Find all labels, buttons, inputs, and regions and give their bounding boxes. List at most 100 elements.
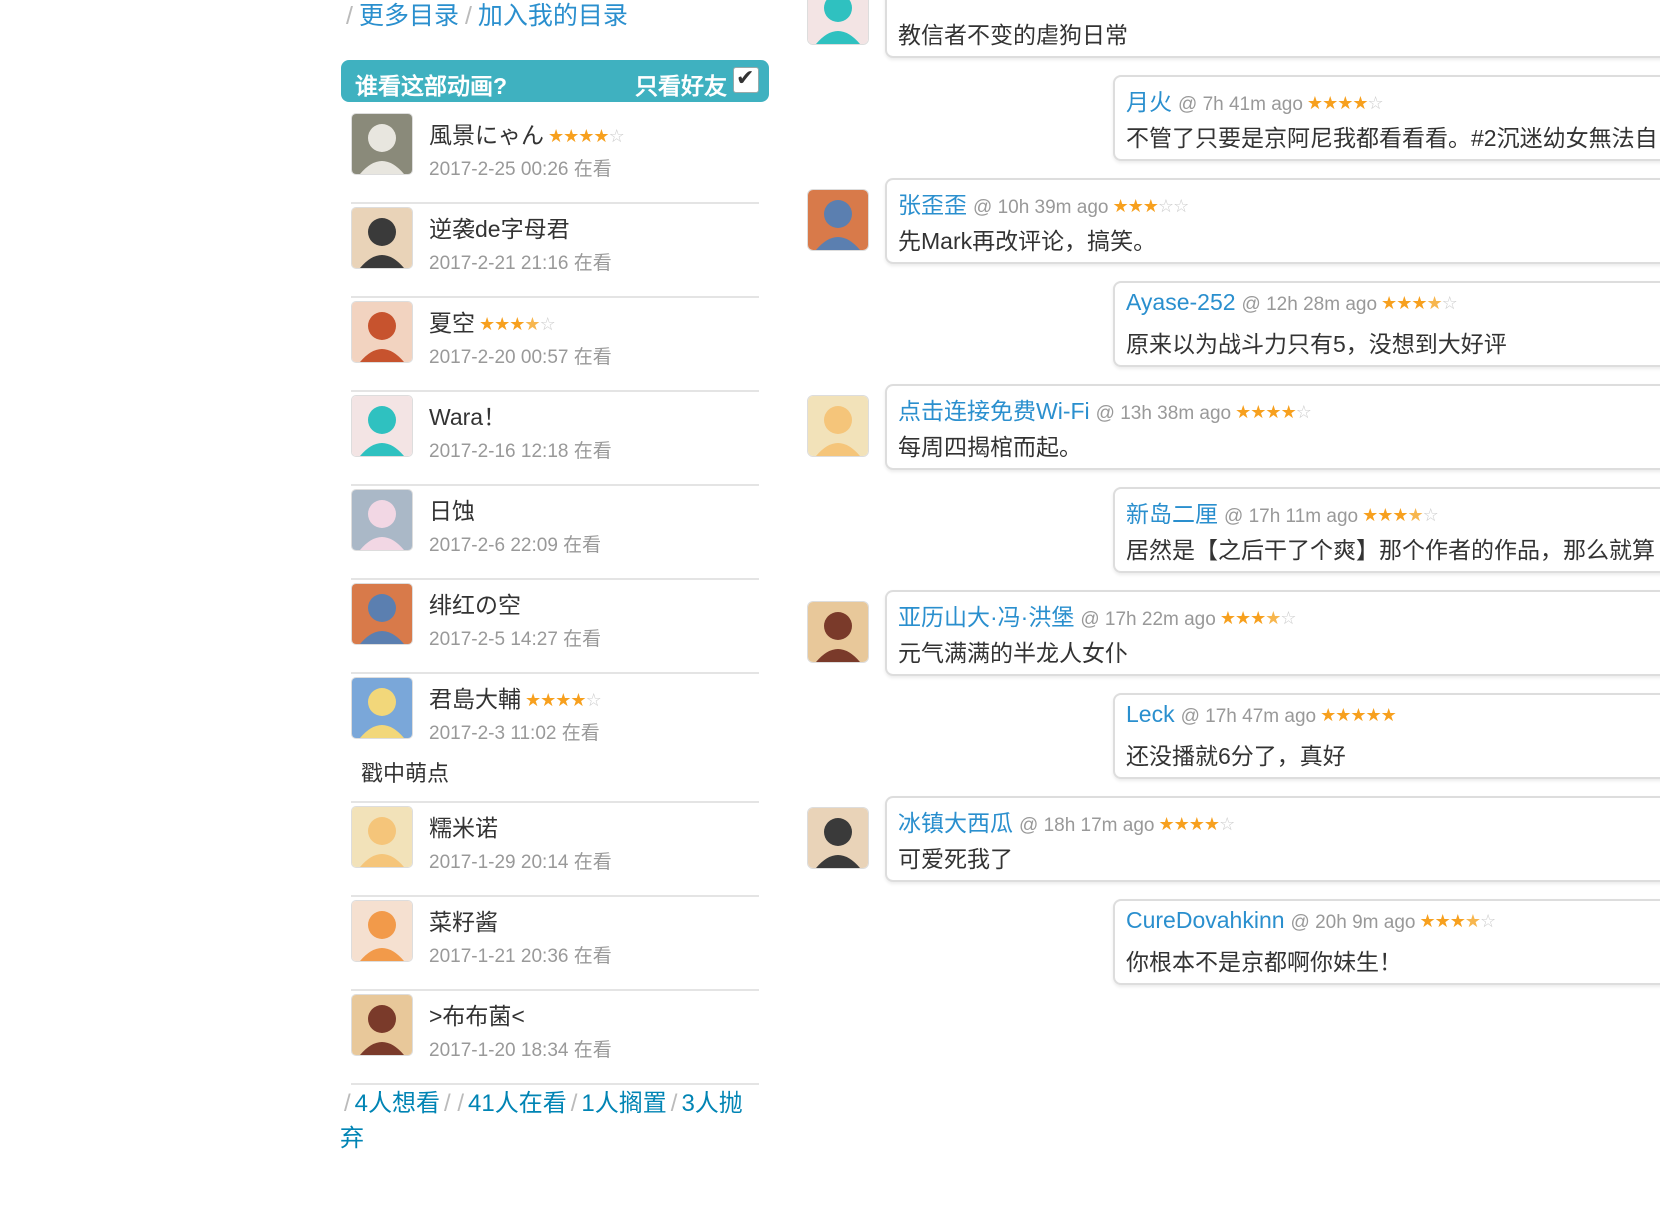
who-watches-title: 谁看这部动画? (355, 73, 508, 99)
rating-stars: ★★★★☆ (548, 126, 625, 147)
commenter-avatar[interactable] (807, 601, 869, 663)
commenter-name[interactable]: CureDovahkinn (1126, 907, 1285, 933)
comment-text: 原来以为战斗力只有5，没想到大好评 (1126, 331, 1507, 357)
watch-time: 2017-2-3 11:02 在看 (429, 723, 600, 744)
commenter-name[interactable]: Ayase-252 (1126, 289, 1236, 315)
rating-stars: ★★★★☆ (479, 314, 556, 335)
user-avatar[interactable] (351, 113, 413, 175)
watcher-name[interactable]: 日蚀 (429, 498, 475, 524)
comment-time: @ 13h 38m ago (1095, 403, 1232, 424)
rating-stars: ★★★★☆ (1381, 293, 1458, 314)
rating-stars: ★★★★☆ (1158, 814, 1236, 835)
watcher-row: 君島大輔 ★★★★☆ 2017-2-3 11:02 在看戳中萌点 (351, 674, 759, 803)
watcher-row: 糯米诺 2017-1-29 20:14 在看 (351, 803, 759, 897)
rating-stars: ★★★★☆ (1235, 402, 1312, 423)
commenter-name[interactable]: 冰镇大西瓜 (898, 810, 1013, 836)
comment-time: @ 10h 39m ago (973, 197, 1109, 218)
status-links: /4人想看 / /41人在看/1人搁置/3人抛弃 (340, 1090, 743, 1152)
watcher-name[interactable]: 绯红の空 (429, 592, 521, 618)
friends-only-checkbox[interactable] (733, 65, 759, 93)
watcher-row: 夏空 ★★★★☆ 2017-2-20 00:57 在看 (351, 298, 759, 392)
watcher-note: 戳中萌点 (361, 761, 450, 786)
watch-time: 2017-2-20 00:57 在看 (429, 347, 612, 368)
commenter-name[interactable]: 新岛二厘 (1126, 501, 1218, 527)
user-avatar[interactable] (351, 489, 413, 551)
commenter-name[interactable]: 月火 (1126, 89, 1172, 115)
user-avatar[interactable] (351, 677, 413, 739)
comment-time: @ 12h 28m ago (1241, 294, 1378, 315)
comment-text: 每周四揭棺而起。 (898, 434, 1082, 460)
user-avatar[interactable] (351, 301, 413, 363)
rating-stars: ★★★★★ (1320, 705, 1397, 726)
commenter-avatar[interactable] (807, 807, 869, 869)
comment-text: 居然是【之后干了个爽】那个作者的作品，那么就算 (1126, 537, 1655, 563)
watcher-row: >布布菌< 2017-1-20 18:34 在看 (351, 991, 759, 1085)
rating-stars: ★★★★☆ (1419, 911, 1496, 932)
watch-time: 2017-1-29 20:14 在看 (429, 852, 612, 873)
watch-time: 2017-1-20 18:34 在看 (429, 1040, 612, 1061)
comment-bubble: Leck @ 17h 47m ago ★★★★★ 还没播就6分了，真好 (1113, 693, 1660, 779)
comment-bubble: 冰镇大西瓜 @ 18h 17m ago ★★★★☆ 可爱死我了 (885, 796, 1660, 882)
wish-count-link[interactable]: 4人想看 (355, 1090, 440, 1117)
who-watches-header: 谁看这部动画? 只看好友 (341, 60, 769, 102)
watch-time: 2017-2-25 00:26 在看 (429, 159, 612, 180)
watcher-row: 逆袭de字母君 2017-2-21 21:16 在看 (351, 204, 759, 298)
user-avatar[interactable] (351, 207, 413, 269)
watcher-row: 日蚀 2017-2-6 22:09 在看 (351, 486, 759, 580)
watcher-name[interactable]: 糯米诺 (429, 815, 498, 841)
comment-text: 先Mark再改评论，搞笑。 (898, 228, 1157, 254)
watcher-row: 绯红の空 2017-2-5 14:27 在看 (351, 580, 759, 674)
comment-bubble: 新岛二厘 @ 17h 11m ago ★★★★☆ 居然是【之后干了个爽】那个作者的作品… (1113, 487, 1660, 573)
comment-text: 不管了只要是京阿尼我都看看看。#2沉迷幼女無法自 (1126, 125, 1658, 151)
comment-text: 元气满满的半龙人女仆 (898, 640, 1128, 666)
rating-stars: ★★★★☆ (525, 690, 602, 711)
watcher-name[interactable]: 君島大輔 (429, 686, 521, 712)
watcher-name[interactable]: 菜籽酱 (429, 909, 498, 935)
watch-time: 2017-2-16 12:18 在看 (429, 441, 612, 462)
more-catalogs-link[interactable]: 更多目录 (359, 2, 459, 30)
comment-bubble: CureDovahkinn @ 20h 9m ago ★★★★☆ 你根本不是京都啊你妹… (1113, 899, 1660, 985)
user-avatar[interactable] (351, 806, 413, 868)
watcher-name[interactable]: 風景にゃん (429, 122, 544, 148)
commenter-name[interactable]: 张歪歪 (898, 192, 967, 218)
commenter-avatar[interactable] (807, 189, 869, 251)
commenter-name[interactable]: Leck (1126, 701, 1175, 727)
comment-bubble: 亚历山大·冯·洪堡 @ 17h 22m ago ★★★★☆ 元气满满的半龙人女仆 (885, 590, 1660, 676)
watcher-name[interactable]: Wara！ (429, 404, 506, 430)
comment-time: @ 17h 22m ago (1080, 609, 1216, 630)
user-avatar[interactable] (351, 395, 413, 457)
watcher-name[interactable]: 夏空 (429, 310, 475, 336)
watching-count-link[interactable]: 41人在看 (468, 1090, 567, 1117)
comment-text: 你根本不是京都啊你妹生！ (1126, 949, 1402, 975)
rating-stars: ★★★★☆ (1219, 608, 1297, 629)
user-avatar[interactable] (351, 900, 413, 962)
onhold-count-link[interactable]: 1人搁置 (581, 1090, 666, 1117)
commenter-name[interactable]: 亚历山大·冯·洪堡 (898, 604, 1074, 630)
comment-time: @ 20h 9m ago (1290, 912, 1416, 933)
commenter-name[interactable]: 点击连接免费Wi-Fi (898, 398, 1090, 424)
user-avatar[interactable] (351, 994, 413, 1056)
rating-stars: ★★★☆☆ (1112, 196, 1190, 217)
watcher-row: Wara！ 2017-2-16 12:18 在看 (351, 392, 759, 486)
watcher-name[interactable]: 逆袭de字母君 (429, 216, 570, 242)
watcher-list: 風景にゃん ★★★★☆ 2017-2-25 00:26 在看 逆袭de字母君 2017-… (351, 110, 759, 1085)
comment-time: @ 17h 47m ago (1180, 706, 1317, 727)
add-to-catalog-link[interactable]: 加入我的目录 (478, 2, 628, 30)
watch-time: 2017-2-21 21:16 在看 (429, 253, 612, 274)
comment-bubble: 张歪歪 @ 10h 39m ago ★★★☆☆ 先Mark再改评论，搞笑。 (885, 178, 1660, 264)
commenter-avatar[interactable] (807, 395, 869, 457)
watcher-name[interactable]: >布布菌< (429, 1003, 525, 1029)
comment-bubble: 教信者不变的虐狗日常 (885, 0, 1660, 58)
friends-only-label[interactable]: 只看好友 (635, 67, 727, 101)
comment-bubble: Ayase-252 @ 12h 28m ago ★★★★☆ 原来以为战斗力只有5，没想… (1113, 281, 1660, 367)
watcher-row: 菜籽酱 2017-1-21 20:36 在看 (351, 897, 759, 991)
comment-text: 教信者不变的虐狗日常 (898, 22, 1128, 48)
rating-stars: ★★★★☆ (1306, 93, 1384, 114)
rating-stars: ★★★★☆ (1362, 505, 1439, 526)
comment-bubble: 点击连接免费Wi-Fi @ 13h 38m ago ★★★★☆ 每周四揭棺而起。 (885, 384, 1660, 470)
comment-text: 可爱死我了 (898, 846, 1013, 872)
user-avatar[interactable] (351, 583, 413, 645)
catalog-links: / 更多目录 / 加入我的目录 (346, 2, 628, 30)
commenter-avatar[interactable] (807, 0, 869, 45)
comment-time: @ 18h 17m ago (1019, 815, 1155, 836)
